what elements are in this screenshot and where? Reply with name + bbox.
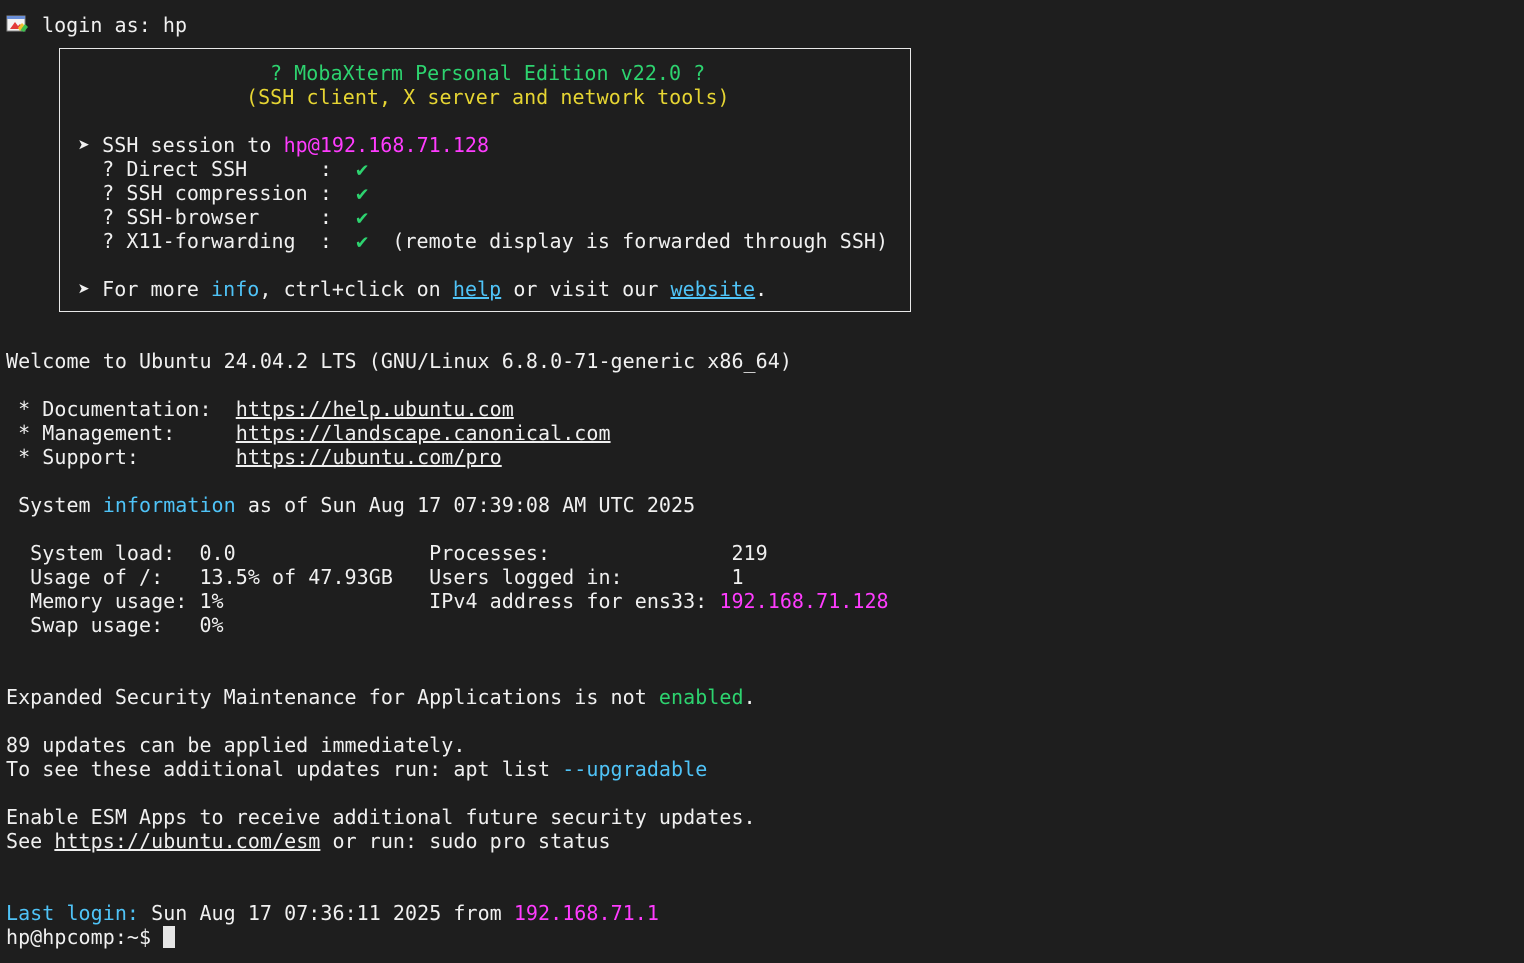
terminal-cursor xyxy=(163,926,176,948)
sysinfo-header: System information as of Sun Aug 17 07:3… xyxy=(6,493,696,517)
feature-x11-forwarding: ? X11-forwarding : ✔ (remote display is … xyxy=(78,229,889,253)
ssh-session-line: ➤ SSH session to hp@192.168.71.128 xyxy=(78,133,490,157)
ipv4-address: 192.168.71.128 xyxy=(719,589,889,613)
support-link-line: * Support: https://ubuntu.com/pro xyxy=(6,445,502,469)
esm-line: Expanded Security Maintenance for Applic… xyxy=(6,685,756,709)
banner-subtitle: (SSH client, X server and network tools) xyxy=(246,85,730,109)
session-target: hp@192.168.71.128 xyxy=(283,133,490,157)
banner-title: ? MobaXterm Personal Edition v22.0 ? xyxy=(270,61,706,85)
sysinfo-row: Memory usage: 1% IPv4 address for ens33:… xyxy=(6,589,889,613)
terminal-window[interactable]: login as: hp ? MobaXterm Personal Editio… xyxy=(0,0,1524,963)
sysinfo-row: System load: 0.0 Processes: 219 xyxy=(6,541,768,565)
welcome-line: Welcome to Ubuntu 24.04.2 LTS (GNU/Linux… xyxy=(6,349,792,373)
mobaxterm-icon xyxy=(6,15,28,32)
login-line: login as: hp xyxy=(42,13,188,37)
management-link-line: * Management: https://landscape.canonica… xyxy=(6,421,611,445)
management-link[interactable]: https://landscape.canonical.com xyxy=(236,421,611,445)
website-link[interactable]: website xyxy=(671,277,756,301)
sysinfo-row: Swap usage: 0% xyxy=(6,613,224,637)
feature-direct-ssh: ? Direct SSH : ✔ xyxy=(78,157,369,181)
check-icon: ✔ xyxy=(356,205,369,229)
feature-ssh-browser: ? SSH-browser : ✔ xyxy=(78,205,369,229)
more-info-line: ➤ For more info, ctrl+click on help or v… xyxy=(78,277,768,301)
esm-link[interactable]: https://ubuntu.com/esm xyxy=(54,829,320,853)
last-login-line: Last login: Sun Aug 17 07:36:11 2025 fro… xyxy=(6,901,659,925)
check-icon: ✔ xyxy=(356,157,369,181)
updates-line: 89 updates can be applied immediately. xyxy=(6,733,466,757)
documentation-link[interactable]: https://help.ubuntu.com xyxy=(236,397,514,421)
sysinfo-row: Usage of /: 13.5% of 47.93GB Users logge… xyxy=(6,565,744,589)
esm-apps-line: Enable ESM Apps to receive additional fu… xyxy=(6,805,756,829)
esm-apps-hint-line: See https://ubuntu.com/esm or run: sudo … xyxy=(6,829,611,853)
shell-prompt[interactable]: hp@hpcomp:~$ xyxy=(6,925,176,949)
feature-ssh-compression: ? SSH compression : ✔ xyxy=(78,181,369,205)
check-icon: ✔ xyxy=(356,181,369,205)
info-word: info xyxy=(211,277,260,301)
doc-link-line: * Documentation: https://help.ubuntu.com xyxy=(6,397,514,421)
updates-hint-line: To see these additional updates run: apt… xyxy=(6,757,708,781)
help-link[interactable]: help xyxy=(453,277,501,301)
support-link[interactable]: https://ubuntu.com/pro xyxy=(236,445,502,469)
check-icon: ✔ xyxy=(356,229,369,253)
